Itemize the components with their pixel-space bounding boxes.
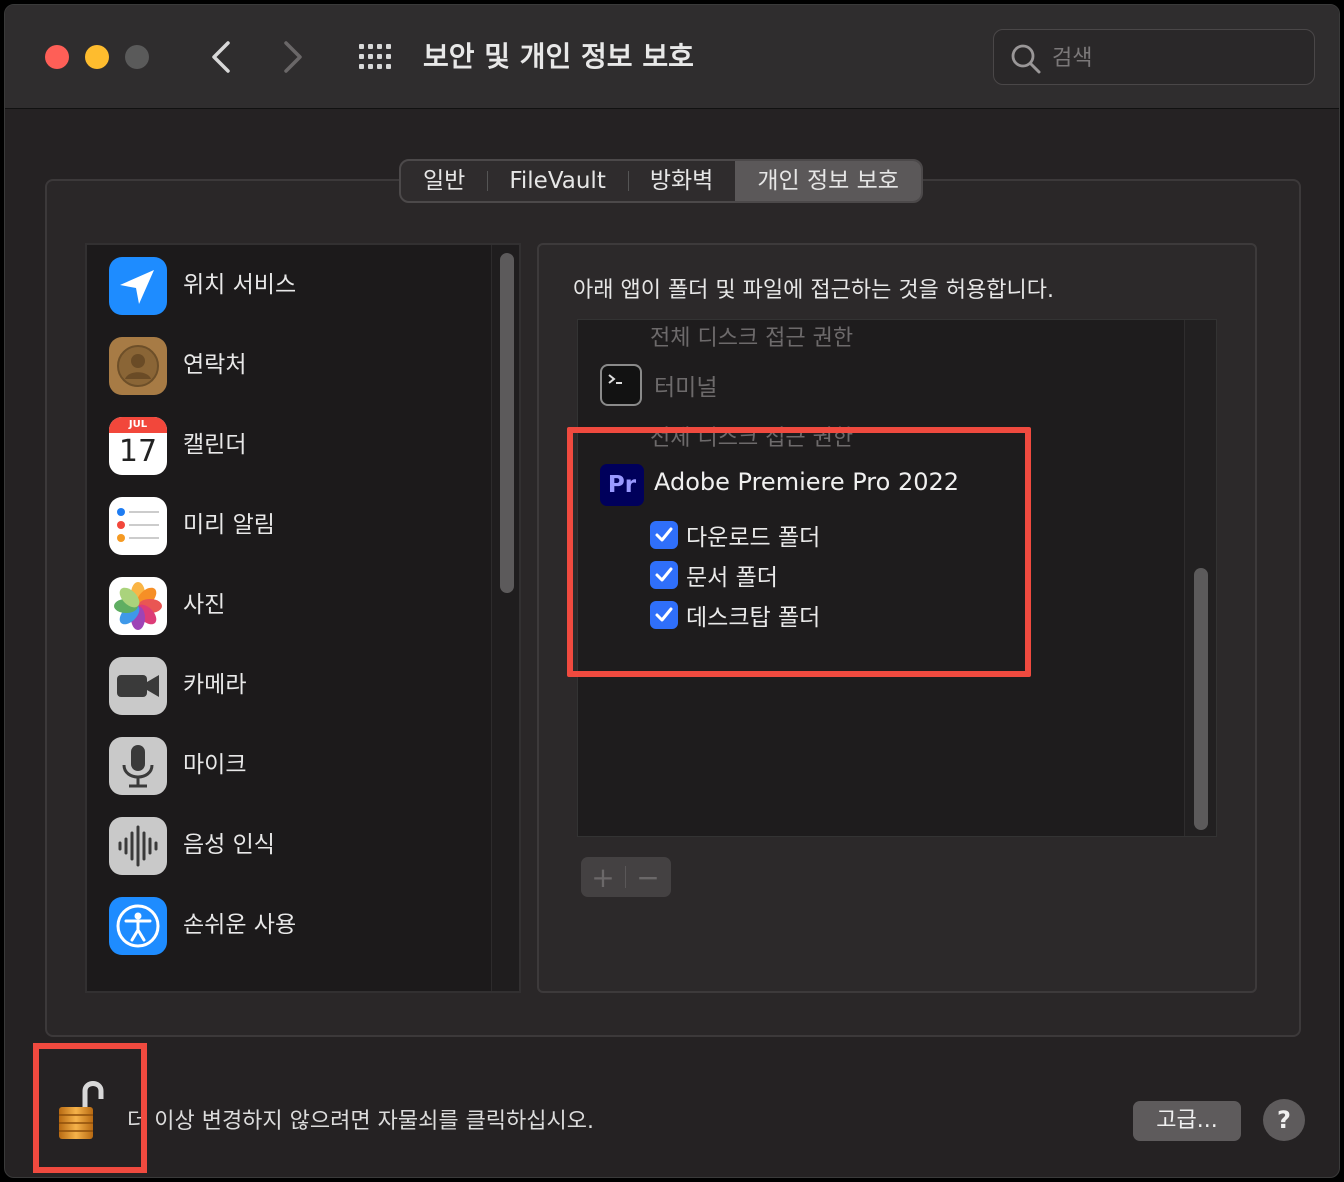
sidebar-item-label: 마이크 (183, 752, 247, 778)
accessibility-icon (109, 897, 167, 955)
permission-label: 문서 폴더 (686, 565, 778, 591)
minimize-window-button[interactable] (85, 45, 109, 69)
tab-filevault[interactable]: FileVault (487, 161, 628, 201)
calendar-icon: JUL 17 (109, 417, 167, 475)
group-header: 전체 디스크 접근 권한 (650, 326, 854, 351)
advanced-button[interactable]: 고급... (1133, 1101, 1241, 1141)
sidebar-scrollbar[interactable] (491, 245, 519, 991)
sidebar-item-label: 위치 서비스 (183, 272, 297, 298)
sidebar-item-camera[interactable]: 카메라 (87, 645, 491, 725)
permission-label: 데스크탑 폴더 (686, 605, 821, 631)
panel-heading: 아래 앱이 폴더 및 파일에 접근하는 것을 허용합니다. (573, 278, 1054, 303)
tab-bar: 일반 FileVault 방화벽 개인 정보 보호 (399, 159, 923, 203)
calendar-day: 17 (118, 434, 158, 469)
unlocked-padlock-icon[interactable] (55, 1077, 105, 1143)
documents-checkbox[interactable] (650, 561, 678, 589)
add-app-button[interactable]: + (581, 857, 625, 897)
terminal-app-label: 터미널 (654, 375, 718, 401)
sidebar-item-location-services[interactable]: 위치 서비스 (87, 245, 491, 325)
sidebar-item-label: 사진 (183, 592, 226, 618)
permission-desktop-row: 데스크탑 폴더 (650, 600, 821, 631)
permission-label: 다운로드 폴더 (686, 525, 821, 551)
sidebar-item-label: 음성 인식 (183, 832, 275, 858)
tab-general[interactable]: 일반 (401, 161, 487, 201)
camera-icon (109, 657, 167, 715)
tab-privacy[interactable]: 개인 정보 보호 (735, 161, 921, 201)
sidebar-item-label: 손쉬운 사용 (183, 912, 297, 938)
lock-hint-text: 더 이상 변경하지 않으려면 자물쇠를 클릭하십시오. (127, 1109, 595, 1134)
remove-app-button[interactable]: − (626, 857, 670, 897)
forward-button[interactable] (273, 35, 313, 79)
checkmark-icon (655, 607, 673, 622)
help-button[interactable]: ? (1263, 1099, 1305, 1141)
window-title: 보안 및 개인 정보 보호 (423, 40, 694, 73)
tab-firewall[interactable]: 방화벽 (627, 161, 735, 201)
speech-recognition-icon (109, 817, 167, 875)
reminders-icon (109, 497, 167, 555)
sidebar-item-label: 미리 알림 (183, 512, 275, 538)
sidebar-item-photos[interactable]: 사진 (87, 565, 491, 645)
sidebar-item-calendar[interactable]: JUL 17 캘린더 (87, 405, 491, 485)
sidebar-item-contacts[interactable]: 연락처 (87, 325, 491, 405)
sidebar-item-speech-recognition[interactable]: 음성 인식 (87, 805, 491, 885)
chevron-right-icon (284, 41, 302, 73)
sidebar-item-accessibility[interactable]: 손쉬운 사용 (87, 885, 491, 965)
chevron-left-icon (212, 41, 230, 73)
sidebar-item-reminders[interactable]: 미리 알림 (87, 485, 491, 565)
title-bar: 보안 및 개인 정보 보호 (5, 5, 1339, 109)
app-list-scrollbar[interactable] (1184, 320, 1216, 836)
sidebar-item-label: 캘린더 (183, 432, 247, 458)
checkmark-icon (655, 527, 673, 542)
close-window-button[interactable] (45, 45, 69, 69)
desktop-checkbox[interactable] (650, 601, 678, 629)
app-list-scrollbar-thumb[interactable] (1194, 568, 1208, 830)
privacy-category-list: 위치 서비스 연락처 JUL 17 캘린더 미리 알림 사진 카메라 마이크 음… (85, 243, 521, 993)
permission-documents-row: 문서 폴더 (650, 560, 778, 591)
search-icon (1011, 44, 1041, 74)
zoom-window-button[interactable] (125, 45, 149, 69)
terminal-icon (600, 364, 642, 406)
sidebar-scrollbar-thumb[interactable] (500, 253, 514, 593)
show-all-grid-icon[interactable] (355, 41, 395, 73)
app-name-label: Adobe Premiere Pro 2022 (654, 468, 960, 496)
sidebar-item-label: 연락처 (183, 352, 247, 378)
checkmark-icon (655, 567, 673, 582)
calendar-month: JUL (109, 417, 167, 433)
sidebar-item-microphone[interactable]: 마이크 (87, 725, 491, 805)
sidebar-item-label: 카메라 (183, 672, 247, 698)
location-arrow-icon (109, 257, 167, 315)
contacts-icon (109, 337, 167, 395)
preferences-window: 보안 및 개인 정보 보호 일반 FileVault 방화벽 개인 정보 보호 … (4, 4, 1340, 1178)
search-input[interactable] (1052, 40, 1302, 76)
microphone-icon (109, 737, 167, 795)
premiere-pro-icon: Pr (600, 464, 644, 506)
back-button[interactable] (201, 35, 241, 79)
group-header: 전체 디스크 접근 권한 (650, 426, 854, 451)
permission-downloads-row: 다운로드 폴더 (650, 520, 821, 551)
add-remove-control: + − (581, 857, 671, 897)
downloads-checkbox[interactable] (650, 521, 678, 549)
app-permission-list: 전체 디스크 접근 권한 터미널 전체 디스크 접근 권한 Pr Adobe P… (577, 319, 1217, 837)
files-folders-panel: 아래 앱이 폴더 및 파일에 접근하는 것을 허용합니다. 전체 디스크 접근 … (537, 243, 1257, 993)
search-field[interactable] (993, 29, 1315, 85)
photos-icon (109, 577, 167, 635)
